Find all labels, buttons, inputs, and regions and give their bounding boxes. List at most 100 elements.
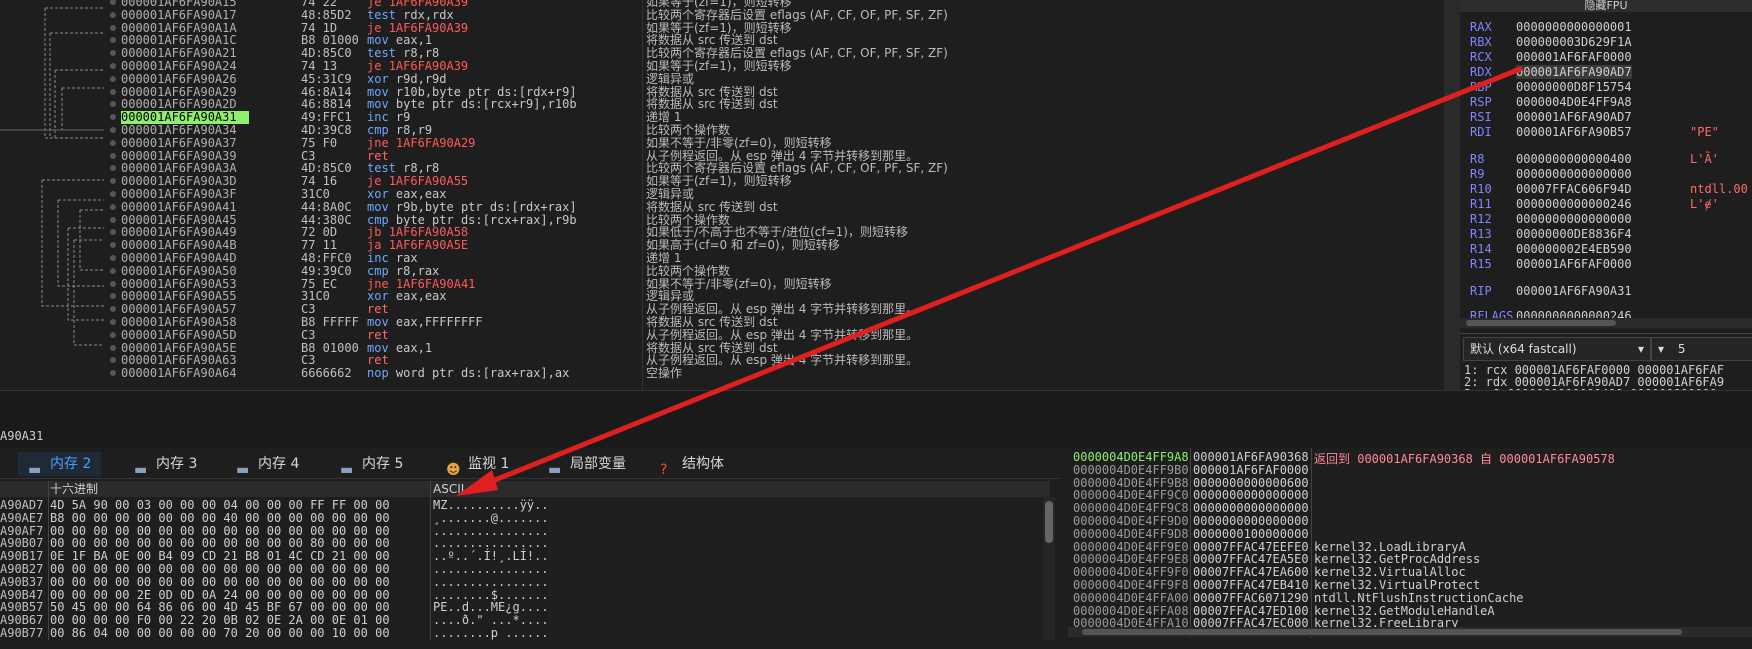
breakpoint-dot[interactable] <box>110 357 116 364</box>
register-row[interactable]: RIP 000001AF6FA90A31 <box>1470 284 1632 298</box>
disasm-row[interactable]: 000001AF6FA90A4D 48:FFC0 inc rax 递增 1 <box>0 252 1444 265</box>
disasm-bytes: 74 1D <box>301 21 338 35</box>
breakpoint-dot[interactable] <box>110 293 116 300</box>
dump-row[interactable]: A90B17 0E 1F BA 0E 00 B4 09 CD 21 B8 01 4… <box>0 550 1040 562</box>
stack-hscrollbar[interactable] <box>1068 627 1752 637</box>
disasm-row[interactable]: 000001AF6FA90A41 44:8A0C mov r9b,byte ptr … <box>0 200 1444 214</box>
tab-2[interactable]: ▬ 内存 4 <box>226 452 309 478</box>
disasm-bytes: B8 FFFFF <box>301 316 359 329</box>
call-convention-select[interactable]: 默认 (x64 fastcall) ▾ <box>1463 337 1651 361</box>
dump-row[interactable]: A90B47 00 00 00 00 2E 0D 0D 0A 24 00 00 0… <box>0 589 1040 601</box>
disasm-row[interactable]: 000001AF6FA90A5D C3 ret 从子例程返回。从 esp 弹出 4 … <box>0 328 1444 342</box>
breakpoint-dot[interactable] <box>110 203 116 210</box>
disasm-row[interactable]: 000001AF6FA90A3F 31C0 xor eax,eax 逻辑异或 <box>0 188 1444 201</box>
breakpoint-dot[interactable] <box>110 344 116 351</box>
dump-address: A90B27 <box>0 563 44 575</box>
tab-icon: ▬ <box>236 462 250 478</box>
arg-count-spinner[interactable]: ▾ 5 <box>1651 337 1752 361</box>
register-row[interactable]: RBX 000000003D629F1A <box>1470 35 1632 49</box>
register-row[interactable]: R12 0000000000000000 <box>1470 212 1632 226</box>
dump-scrollbar[interactable] <box>1043 497 1055 640</box>
register-row[interactable]: RBP 00000000D8F15754 <box>1470 80 1632 94</box>
tab-3[interactable]: ▬ 内存 5 <box>330 452 413 478</box>
dump-row[interactable]: A90AF7 00 00 00 00 00 00 00 00 00 00 00 0… <box>0 525 1040 537</box>
breakpoint-dot[interactable] <box>110 37 116 44</box>
register-row[interactable]: RDX 000001AF6FA90AD7 <box>1470 65 1632 79</box>
register-row[interactable]: R10 00007FFAC606F94D ntdll.00 <box>1470 182 1748 196</box>
tab-4[interactable]: ☻ 监视 1 <box>436 452 519 478</box>
disasm-row[interactable]: 000001AF6FA90A34 4D:39C8 cmp r8,r9 比较两个操作数 <box>0 124 1444 137</box>
tab-5[interactable]: ▬ 局部变量 <box>538 452 636 478</box>
breakpoint-dot[interactable] <box>110 191 116 197</box>
breakpoint-dot[interactable] <box>110 101 116 108</box>
breakpoint-dot[interactable] <box>110 370 116 377</box>
register-row[interactable]: RDI 000001AF6FA90B57 "PE" <box>1470 125 1719 139</box>
register-name: RBP <box>1470 80 1492 94</box>
tab-6[interactable]: ? 结构体 <box>650 452 734 478</box>
breakpoint-dot[interactable] <box>110 127 116 133</box>
register-row[interactable]: RSI 000001AF6FA90AD7 <box>1470 110 1632 124</box>
register-row[interactable]: RAX 0000000000000001 <box>1470 20 1632 34</box>
breakpoint-dot[interactable] <box>110 229 116 236</box>
disasm-address: 000001AF6FA90A24 <box>121 59 237 73</box>
breakpoint-dot[interactable] <box>110 242 116 249</box>
breakpoint-dot[interactable] <box>110 11 116 18</box>
tab-1[interactable]: ▬ 内存 3 <box>124 452 207 478</box>
register-row[interactable]: R14 000000002E4EB590 <box>1470 242 1632 256</box>
dump-row[interactable]: A90B77 00 86 04 00 00 00 00 00 70 20 00 0… <box>0 627 1040 639</box>
registers-hscrollbar[interactable] <box>1460 318 1752 328</box>
disasm-bytes: 74 13 <box>301 60 338 73</box>
disassembly-scrollbar[interactable] <box>1444 0 1460 390</box>
dump-row[interactable]: A90B67 00 00 00 00 F0 00 22 20 0B 02 0E 2… <box>0 614 1040 626</box>
disasm-row[interactable]: 000001AF6FA90A50 49:39C0 cmp r8,rax 比较两个操作数 <box>0 264 1444 278</box>
disasm-row[interactable]: 000001AF6FA90A26 45:31C9 xor r9d,r9d 逻辑异或 <box>0 72 1444 86</box>
breakpoint-dot[interactable] <box>110 255 116 261</box>
register-row[interactable]: RSP 0000004D0E4FF9A8 <box>1470 95 1632 109</box>
breakpoint-dot[interactable] <box>110 152 116 159</box>
dump-scroll-thumb[interactable] <box>1045 501 1053 543</box>
disasm-row[interactable]: 000001AF6FA90A17 48:85D2 test rdx,rdx 比较两个寄… <box>0 8 1444 22</box>
stack-hscroll-thumb[interactable] <box>1082 629 1682 635</box>
breakpoint-dot[interactable] <box>110 331 116 338</box>
disasm-row[interactable]: 000001AF6FA90A64 6666662 nop word ptr ds:[… <box>0 367 1444 380</box>
dump-row[interactable]: A90B37 00 00 00 00 00 00 00 00 00 00 00 0… <box>0 576 1040 588</box>
breakpoint-dot[interactable] <box>110 0 116 5</box>
tab-0[interactable]: ▬ 内存 2 <box>18 452 102 478</box>
disasm-bytes: 31C0 <box>301 290 330 304</box>
disasm-row[interactable]: 000001AF6FA90A37 75 F0 jne 1AF6FA90A29 如果不等… <box>0 136 1444 150</box>
dump-row[interactable]: A90AD7 4D 5A 90 00 03 00 00 00 04 00 00 0… <box>0 499 1040 511</box>
register-comment: ntdll.00 <box>1690 182 1748 196</box>
breakpoint-dot[interactable] <box>110 178 116 185</box>
dump-row[interactable]: A90AE7 B8 00 00 00 00 00 00 00 40 00 00 0… <box>0 512 1040 524</box>
breakpoint-dot[interactable] <box>110 319 116 325</box>
hide-fpu-button[interactable]: 隐藏FPU <box>1460 0 1752 12</box>
breakpoint-dot[interactable] <box>110 114 116 121</box>
breakpoint-dot[interactable] <box>110 216 116 223</box>
disasm-row[interactable]: 000001AF6FA90A58 B8 FFFFF mov eax,FFFFFFFF… <box>0 316 1444 329</box>
breakpoint-dot[interactable] <box>110 63 116 69</box>
dump-address: A90AE7 <box>0 511 44 524</box>
register-row[interactable]: RCX 000001AF6FAF0000 <box>1470 50 1632 64</box>
disasm-row[interactable]: 000001AF6FA90A24 74 13 je 1AF6FA90A39 如果等于(… <box>0 60 1444 73</box>
disassembly-view[interactable]: 000001AF6FA90A15 74 22 je 1AF6FA90A39 如果等于(… <box>0 0 1444 390</box>
spinner-down-icon: ▾ <box>1658 342 1665 356</box>
dump-row[interactable]: A90B27 00 00 00 00 00 00 00 00 00 00 00 0… <box>0 563 1040 575</box>
breakpoint-dot[interactable] <box>110 139 116 146</box>
breakpoint-dot[interactable] <box>110 306 116 313</box>
breakpoint-dot[interactable] <box>110 50 116 57</box>
disasm-bytes: 74 22 <box>301 0 338 9</box>
register-row[interactable]: R9 0000000000000000 <box>1470 167 1632 181</box>
breakpoint-dot[interactable] <box>110 165 116 172</box>
dump-row[interactable]: A90B57 50 45 00 00 64 86 06 00 4D 45 BF 6… <box>0 601 1040 613</box>
breakpoint-dot[interactable] <box>110 88 116 95</box>
breakpoint-dot[interactable] <box>110 280 116 287</box>
breakpoint-dot[interactable] <box>110 24 116 31</box>
register-row[interactable]: R11 0000000000000246 L'ɇ' <box>1470 197 1719 211</box>
registers-hscroll-thumb[interactable] <box>1466 320 1616 326</box>
register-row[interactable]: R8 0000000000000400 L'Ȁ' <box>1470 152 1719 166</box>
dump-row[interactable]: A90B07 00 00 00 00 00 00 00 00 00 00 00 0… <box>0 537 1040 549</box>
breakpoint-dot[interactable] <box>110 267 116 274</box>
breakpoint-dot[interactable] <box>110 75 116 82</box>
register-row[interactable]: R15 000001AF6FAF0000 <box>1470 257 1632 271</box>
register-row[interactable]: R13 00000000DE8836F4 <box>1470 227 1632 241</box>
